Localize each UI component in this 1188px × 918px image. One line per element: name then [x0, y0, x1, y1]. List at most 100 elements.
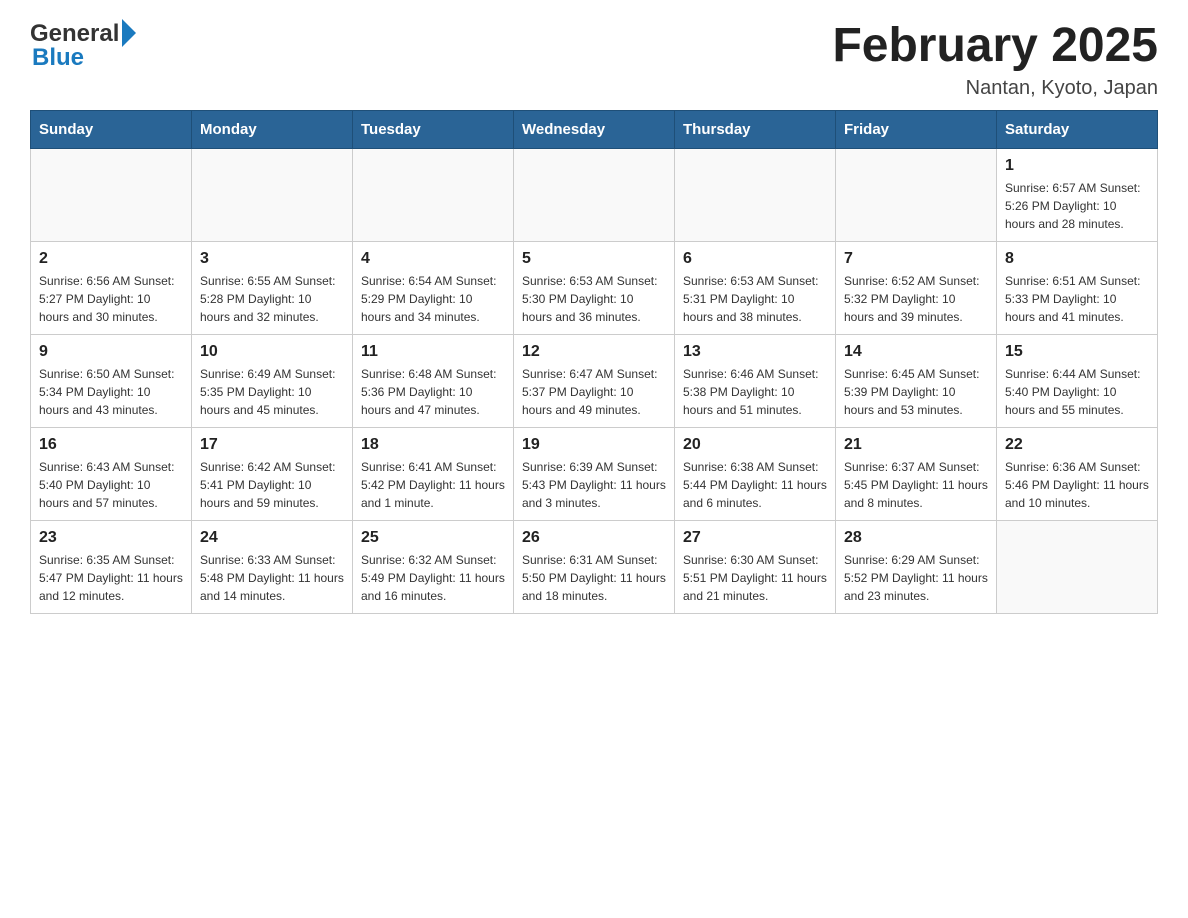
day-info: Sunrise: 6:55 AM Sunset: 5:28 PM Dayligh…	[200, 272, 344, 326]
day-number: 1	[1005, 157, 1149, 175]
logo-triangle-icon	[122, 19, 136, 47]
day-number: 10	[200, 343, 344, 361]
calendar-cell: 2 Sunrise: 6:56 AM Sunset: 5:27 PM Daylig…	[31, 241, 192, 334]
day-info: Sunrise: 6:52 AM Sunset: 5:32 PM Dayligh…	[844, 272, 988, 326]
day-info: Sunrise: 6:37 AM Sunset: 5:45 PM Dayligh…	[844, 458, 988, 512]
day-info: Sunrise: 6:47 AM Sunset: 5:37 PM Dayligh…	[522, 365, 666, 419]
day-number: 5	[522, 250, 666, 268]
day-number: 19	[522, 436, 666, 454]
calendar-header-thursday: Thursday	[675, 110, 836, 148]
day-number: 24	[200, 529, 344, 547]
day-number: 26	[522, 529, 666, 547]
day-info: Sunrise: 6:46 AM Sunset: 5:38 PM Dayligh…	[683, 365, 827, 419]
calendar-cell: 27Sunrise: 6:30 AM Sunset: 5:51 PM Dayli…	[675, 520, 836, 613]
day-number: 6	[683, 250, 827, 268]
calendar-cell: 18 Sunrise: 6:41 AM Sunset: 5:42 PM Dayli…	[353, 427, 514, 520]
calendar-cell: 21 Sunrise: 6:37 AM Sunset: 5:45 PM Dayli…	[836, 427, 997, 520]
day-number: 8	[1005, 250, 1149, 268]
calendar-cell: 1Sunrise: 6:57 AM Sunset: 5:26 PM Daylig…	[997, 148, 1158, 241]
calendar-header-wednesday: Wednesday	[514, 110, 675, 148]
calendar-cell: 7Sunrise: 6:52 AM Sunset: 5:32 PM Daylig…	[836, 241, 997, 334]
calendar-cell	[836, 148, 997, 241]
day-info: Sunrise: 6:53 AM Sunset: 5:31 PM Dayligh…	[683, 272, 827, 326]
location-text: Nantan, Kyoto, Japan	[832, 77, 1158, 100]
calendar-cell: 19 Sunrise: 6:39 AM Sunset: 5:43 PM Dayli…	[514, 427, 675, 520]
calendar-header-monday: Monday	[192, 110, 353, 148]
day-number: 18	[361, 436, 505, 454]
calendar-cell: 8Sunrise: 6:51 AM Sunset: 5:33 PM Daylig…	[997, 241, 1158, 334]
calendar-cell	[192, 148, 353, 241]
calendar-cell: 28Sunrise: 6:29 AM Sunset: 5:52 PM Dayli…	[836, 520, 997, 613]
calendar-cell: 23 Sunrise: 6:35 AM Sunset: 5:47 PM Dayli…	[31, 520, 192, 613]
day-info: Sunrise: 6:33 AM Sunset: 5:48 PM Dayligh…	[200, 551, 344, 605]
day-info: Sunrise: 6:50 AM Sunset: 5:34 PM Dayligh…	[39, 365, 183, 419]
day-info: Sunrise: 6:48 AM Sunset: 5:36 PM Dayligh…	[361, 365, 505, 419]
day-info: Sunrise: 6:32 AM Sunset: 5:49 PM Dayligh…	[361, 551, 505, 605]
day-info: Sunrise: 6:49 AM Sunset: 5:35 PM Dayligh…	[200, 365, 344, 419]
calendar-table: SundayMondayTuesdayWednesdayThursdayFrid…	[30, 110, 1158, 614]
day-number: 9	[39, 343, 183, 361]
calendar-cell: 5 Sunrise: 6:53 AM Sunset: 5:30 PM Daylig…	[514, 241, 675, 334]
day-number: 13	[683, 343, 827, 361]
day-number: 17	[200, 436, 344, 454]
calendar-cell: 14Sunrise: 6:45 AM Sunset: 5:39 PM Dayli…	[836, 334, 997, 427]
day-number: 20	[683, 436, 827, 454]
calendar-cell	[353, 148, 514, 241]
calendar-cell: 10 Sunrise: 6:49 AM Sunset: 5:35 PM Dayli…	[192, 334, 353, 427]
day-info: Sunrise: 6:54 AM Sunset: 5:29 PM Dayligh…	[361, 272, 505, 326]
calendar-cell: 25 Sunrise: 6:32 AM Sunset: 5:49 PM Dayli…	[353, 520, 514, 613]
day-info: Sunrise: 6:42 AM Sunset: 5:41 PM Dayligh…	[200, 458, 344, 512]
calendar-cell: 12 Sunrise: 6:47 AM Sunset: 5:37 PM Dayli…	[514, 334, 675, 427]
calendar-header-friday: Friday	[836, 110, 997, 148]
day-number: 12	[522, 343, 666, 361]
day-number: 21	[844, 436, 988, 454]
day-info: Sunrise: 6:56 AM Sunset: 5:27 PM Dayligh…	[39, 272, 183, 326]
calendar-header-saturday: Saturday	[997, 110, 1158, 148]
calendar-cell: 11 Sunrise: 6:48 AM Sunset: 5:36 PM Dayli…	[353, 334, 514, 427]
calendar-cell: 15 Sunrise: 6:44 AM Sunset: 5:40 PM Dayli…	[997, 334, 1158, 427]
calendar-week-row: 23 Sunrise: 6:35 AM Sunset: 5:47 PM Dayli…	[31, 520, 1158, 613]
month-title: February 2025	[832, 20, 1158, 73]
calendar-header-row: SundayMondayTuesdayWednesdayThursdayFrid…	[31, 110, 1158, 148]
day-info: Sunrise: 6:53 AM Sunset: 5:30 PM Dayligh…	[522, 272, 666, 326]
calendar-cell: 13 Sunrise: 6:46 AM Sunset: 5:38 PM Dayli…	[675, 334, 836, 427]
day-info: Sunrise: 6:39 AM Sunset: 5:43 PM Dayligh…	[522, 458, 666, 512]
calendar-header-sunday: Sunday	[31, 110, 192, 148]
day-info: Sunrise: 6:43 AM Sunset: 5:40 PM Dayligh…	[39, 458, 183, 512]
title-block: February 2025 Nantan, Kyoto, Japan	[832, 20, 1158, 100]
calendar-cell: 9 Sunrise: 6:50 AM Sunset: 5:34 PM Daylig…	[31, 334, 192, 427]
day-info: Sunrise: 6:44 AM Sunset: 5:40 PM Dayligh…	[1005, 365, 1149, 419]
day-number: 15	[1005, 343, 1149, 361]
calendar-header-tuesday: Tuesday	[353, 110, 514, 148]
calendar-week-row: 9 Sunrise: 6:50 AM Sunset: 5:34 PM Daylig…	[31, 334, 1158, 427]
calendar-week-row: 16 Sunrise: 6:43 AM Sunset: 5:40 PM Dayli…	[31, 427, 1158, 520]
day-number: 4	[361, 250, 505, 268]
calendar-cell	[675, 148, 836, 241]
calendar-cell: 26 Sunrise: 6:31 AM Sunset: 5:50 PM Dayli…	[514, 520, 675, 613]
calendar-week-row: 2 Sunrise: 6:56 AM Sunset: 5:27 PM Daylig…	[31, 241, 1158, 334]
calendar-week-row: 1Sunrise: 6:57 AM Sunset: 5:26 PM Daylig…	[31, 148, 1158, 241]
calendar-cell: 24 Sunrise: 6:33 AM Sunset: 5:48 PM Dayli…	[192, 520, 353, 613]
day-number: 23	[39, 529, 183, 547]
day-number: 27	[683, 529, 827, 547]
calendar-cell: 17 Sunrise: 6:42 AM Sunset: 5:41 PM Dayli…	[192, 427, 353, 520]
day-number: 2	[39, 250, 183, 268]
calendar-cell: 16 Sunrise: 6:43 AM Sunset: 5:40 PM Dayli…	[31, 427, 192, 520]
calendar-cell: 20 Sunrise: 6:38 AM Sunset: 5:44 PM Dayli…	[675, 427, 836, 520]
day-info: Sunrise: 6:45 AM Sunset: 5:39 PM Dayligh…	[844, 365, 988, 419]
day-info: Sunrise: 6:35 AM Sunset: 5:47 PM Dayligh…	[39, 551, 183, 605]
page-header: General Blue February 2025 Nantan, Kyoto…	[30, 20, 1158, 100]
day-number: 28	[844, 529, 988, 547]
day-info: Sunrise: 6:41 AM Sunset: 5:42 PM Dayligh…	[361, 458, 505, 512]
day-info: Sunrise: 6:38 AM Sunset: 5:44 PM Dayligh…	[683, 458, 827, 512]
logo: General Blue	[30, 20, 136, 72]
calendar-cell	[997, 520, 1158, 613]
day-number: 11	[361, 343, 505, 361]
day-number: 16	[39, 436, 183, 454]
calendar-cell: 4 Sunrise: 6:54 AM Sunset: 5:29 PM Daylig…	[353, 241, 514, 334]
calendar-cell: 6 Sunrise: 6:53 AM Sunset: 5:31 PM Daylig…	[675, 241, 836, 334]
day-info: Sunrise: 6:31 AM Sunset: 5:50 PM Dayligh…	[522, 551, 666, 605]
calendar-cell: 3 Sunrise: 6:55 AM Sunset: 5:28 PM Daylig…	[192, 241, 353, 334]
day-number: 3	[200, 250, 344, 268]
day-number: 25	[361, 529, 505, 547]
